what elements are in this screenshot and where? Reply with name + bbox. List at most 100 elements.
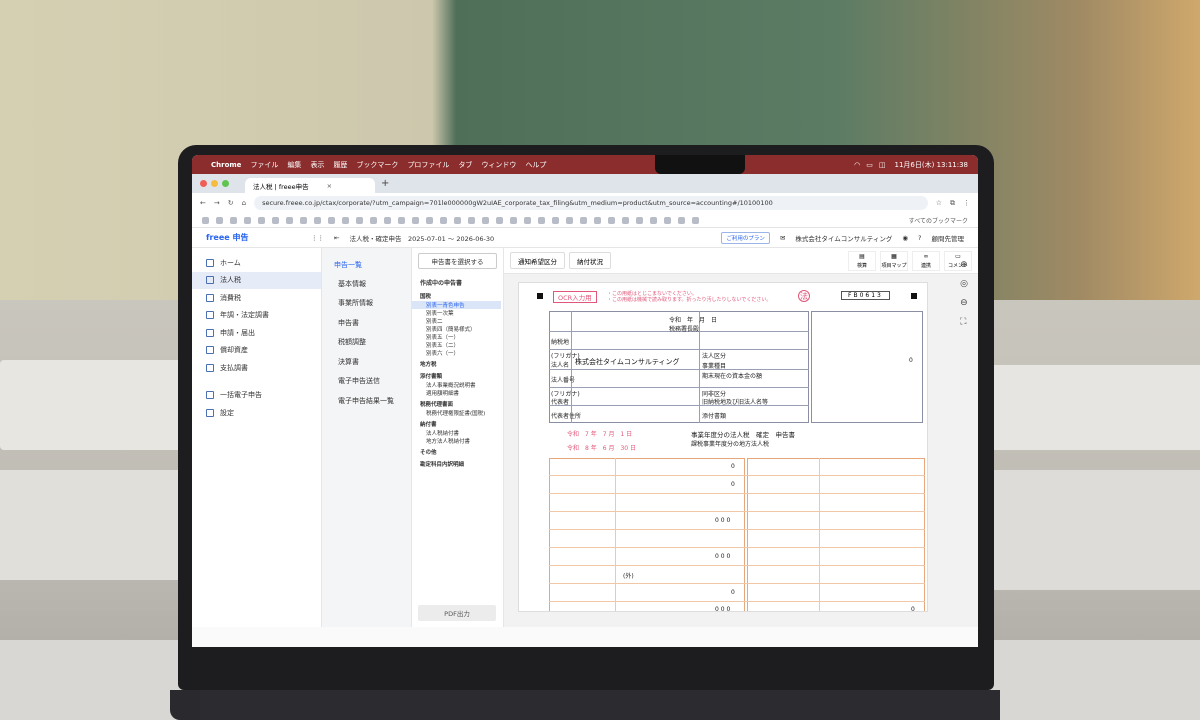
docs-category[interactable]: 税務代理書面 xyxy=(412,397,503,409)
nav-item-depreciable-assets[interactable]: 償却資産 xyxy=(192,342,321,360)
menubar-item[interactable]: タブ xyxy=(458,160,472,170)
docs-category[interactable]: 勘定科目内訳明細 xyxy=(412,457,503,469)
bookmark-icon[interactable] xyxy=(328,216,335,224)
bookmark-icon[interactable] xyxy=(468,216,475,224)
nav-item-year-end[interactable]: 年調・法定調書 xyxy=(192,307,321,325)
bookmark-icon[interactable] xyxy=(258,216,265,224)
doc-item[interactable]: 別表一青色申告 xyxy=(412,301,501,309)
doc-item[interactable]: 法人事業概況説明書 xyxy=(412,381,503,389)
bookmark-icon[interactable] xyxy=(230,216,237,224)
home-icon[interactable]: ⌂ xyxy=(242,199,246,207)
bookmark-icon[interactable] xyxy=(286,216,293,224)
bookmark-icon[interactable] xyxy=(636,216,643,224)
bookmark-icon[interactable] xyxy=(384,216,391,224)
bookmark-icon[interactable] xyxy=(678,216,685,224)
zoom-window-icon[interactable] xyxy=(222,180,229,187)
notification-pref-button[interactable]: 通知希望区分 xyxy=(510,252,565,269)
sub-item-tax-adjust[interactable]: 税額調整 xyxy=(322,333,411,353)
menubar-item[interactable]: ファイル xyxy=(250,160,278,170)
bookmark-star-icon[interactable]: ☆ xyxy=(936,199,942,207)
form-company-name[interactable]: 株式会社タイムコンサルティング xyxy=(575,357,679,367)
grid-menu-icon[interactable]: ⋮⋮ xyxy=(311,234,324,242)
notification-icon[interactable]: ✉ xyxy=(780,234,785,242)
wifi-icon[interactable]: ◠ xyxy=(854,161,860,169)
doc-item[interactable]: 別表四（簡易様式） xyxy=(412,325,503,333)
freee-logo[interactable]: freee 申告 xyxy=(206,232,301,243)
bookmark-icon[interactable] xyxy=(496,216,503,224)
bookmark-icon[interactable] xyxy=(566,216,573,224)
menubar-clock[interactable]: 11月6日(木) 13:11:38 xyxy=(895,160,969,170)
doc-item[interactable]: 税務代理権限証書(国税) xyxy=(412,409,503,417)
sub-item-returns[interactable]: 申告書 xyxy=(322,313,411,333)
bookmark-icon[interactable] xyxy=(454,216,461,224)
bookmark-icon[interactable] xyxy=(552,216,559,224)
extensions-icon[interactable]: ⧉ xyxy=(950,199,955,208)
bookmark-icon[interactable] xyxy=(622,216,629,224)
bookmark-icon[interactable] xyxy=(202,216,209,224)
bookmark-icon[interactable] xyxy=(412,216,419,224)
control-center-icon[interactable]: ◫ xyxy=(879,161,886,169)
back-icon[interactable]: ← xyxy=(200,199,206,207)
forward-icon[interactable]: → xyxy=(214,199,220,207)
nav-item-applications[interactable]: 申請・届出 xyxy=(192,324,321,342)
bookmark-icon[interactable] xyxy=(370,216,377,224)
doc-item[interactable]: 別表二 xyxy=(412,317,503,325)
doc-item[interactable]: 法人税納付書 xyxy=(412,429,503,437)
bookmark-icon[interactable] xyxy=(524,216,531,224)
sub-item-basic-info[interactable]: 基本情報 xyxy=(322,274,411,294)
minimize-window-icon[interactable] xyxy=(211,180,218,187)
bookmark-icon[interactable] xyxy=(482,216,489,224)
zoom-in-icon[interactable]: ⊕ xyxy=(960,260,968,270)
sub-item-efile-results[interactable]: 電子申告結果一覧 xyxy=(322,391,411,411)
sub-item-efile-send[interactable]: 電子申告送信 xyxy=(322,372,411,392)
client-management[interactable]: 顧問先管理 xyxy=(932,233,965,243)
collapse-sidebar-icon[interactable]: ⇤ xyxy=(334,234,339,242)
bookmark-icon[interactable] xyxy=(538,216,545,224)
nav-item-payment-reports[interactable]: 支払調書 xyxy=(192,359,321,377)
reload-icon[interactable]: ↻ xyxy=(228,199,234,207)
bookmark-icon[interactable] xyxy=(426,216,433,224)
nav-item-bulk-efiling[interactable]: 一括電子申告 xyxy=(192,387,321,405)
address-bar[interactable]: secure.freee.co.jp/ctax/corporate/?utm_c… xyxy=(254,196,928,210)
nav-item-home[interactable]: ホーム xyxy=(192,254,321,272)
doc-item[interactable]: 別表一次葉 xyxy=(412,309,503,317)
recenter-icon[interactable]: ◎ xyxy=(960,279,968,289)
help-icon[interactable]: ? xyxy=(918,234,921,242)
sub-item-office-info[interactable]: 事業所情報 xyxy=(322,294,411,314)
menu-dots-icon[interactable]: ⋮ xyxy=(963,199,970,207)
bookmark-icon[interactable] xyxy=(608,216,615,224)
sub-nav-head[interactable]: 申告一覧 xyxy=(322,260,411,274)
plan-badge[interactable]: ご利用のプラン xyxy=(721,231,770,244)
check-button[interactable]: ▤ 検算 xyxy=(848,250,876,271)
doc-item[interactable]: 地方法人税納付書 xyxy=(412,437,503,445)
doc-item[interactable]: 適用額明細書 xyxy=(412,389,503,397)
docs-category[interactable]: その他 xyxy=(412,445,503,457)
menubar-item[interactable]: 編集 xyxy=(287,160,301,170)
all-bookmarks-folder[interactable]: すべてのブックマーク xyxy=(909,216,968,225)
link-button[interactable]: ∞ 連携 xyxy=(912,250,940,271)
bookmark-icon[interactable] xyxy=(594,216,601,224)
payment-status-button[interactable]: 納付状況 xyxy=(569,252,611,269)
bookmark-icon[interactable] xyxy=(398,216,405,224)
nav-item-settings[interactable]: 設定 xyxy=(192,404,321,422)
menubar-item[interactable]: 履歴 xyxy=(333,160,347,170)
doc-item[interactable]: 別表五（二） xyxy=(412,341,503,349)
bookmark-icon[interactable] xyxy=(510,216,517,224)
new-tab-icon[interactable]: + xyxy=(381,178,389,189)
bookmark-icon[interactable] xyxy=(300,216,307,224)
menubar-item[interactable]: 表示 xyxy=(310,160,324,170)
nav-item-consumption-tax[interactable]: 消費税 xyxy=(192,289,321,307)
browser-tab[interactable]: 法人税 | freee申告 × xyxy=(245,178,375,193)
fullscreen-icon[interactable]: ⛶ xyxy=(960,317,968,327)
bookmark-icon[interactable] xyxy=(650,216,657,224)
item-map-button[interactable]: ▦ 項目マップ xyxy=(880,250,908,271)
nav-item-corporate-tax[interactable]: 法人税 xyxy=(192,271,321,289)
company-name[interactable]: 株式会社タイムコンサルティング xyxy=(795,233,892,243)
select-return-button[interactable]: 申告書を選択する xyxy=(418,253,497,269)
account-icon[interactable]: ◉ xyxy=(902,234,908,242)
bookmark-icon[interactable] xyxy=(216,216,223,224)
pdf-export-button[interactable]: PDF出力 xyxy=(418,605,496,621)
doc-item[interactable]: 別表五（一） xyxy=(412,333,503,341)
bookmark-icon[interactable] xyxy=(314,216,321,224)
bookmark-icon[interactable] xyxy=(664,216,671,224)
